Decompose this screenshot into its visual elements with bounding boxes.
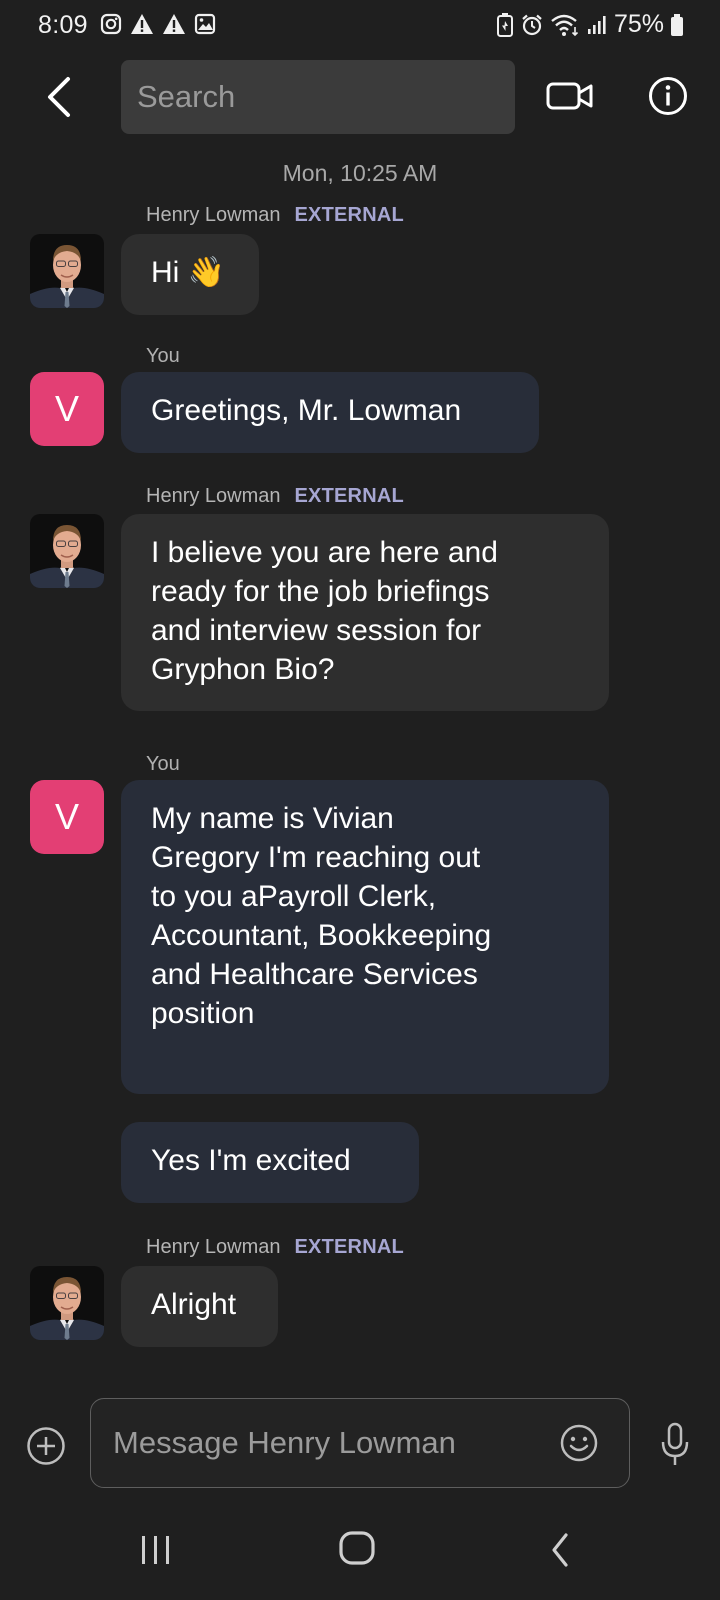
system-back-icon [552, 1533, 568, 1567]
add-icon [27, 1427, 65, 1465]
status-time: 8:09 [38, 11, 88, 39]
contact-photo [30, 1266, 104, 1340]
message-input[interactable] [113, 1425, 533, 1461]
warning-icon [131, 14, 153, 34]
contact-photo [30, 514, 104, 588]
battery-saver-icon [496, 12, 513, 37]
chat-screen: 8:09 75% Search Mon, 10:25 AM Henry Lowm… [0, 0, 720, 1600]
system-navigation-bar [0, 1520, 720, 1600]
home-button[interactable] [337, 1528, 377, 1568]
message-text: Alright [151, 1288, 237, 1321]
video-call-button[interactable] [544, 76, 596, 116]
signal-icon [587, 15, 606, 34]
back-button[interactable] [34, 72, 84, 122]
microphone-icon [661, 1422, 689, 1465]
search-input[interactable] [137, 79, 515, 115]
user-avatar[interactable]: V [30, 780, 104, 854]
add-attachment-button[interactable] [26, 1426, 66, 1466]
recent-apps-button[interactable] [136, 1530, 176, 1570]
message-bubble-incoming[interactable]: Alright [121, 1266, 278, 1347]
warning-icon [163, 14, 185, 34]
message-text: Yes I'm excited [151, 1144, 351, 1177]
recent-apps-icon [142, 1536, 169, 1564]
sender-name: Henry Lowman [146, 204, 281, 226]
message-text: My name is Vivian Gregory I'm reaching o… [151, 802, 492, 1030]
message-bubble-incoming[interactable]: I believe you are here and ready for the… [121, 514, 609, 711]
conversation-header [0, 58, 720, 136]
contact-avatar[interactable] [30, 1266, 104, 1340]
message-text: Greetings, Mr. Lowman [151, 394, 462, 427]
external-badge: EXTERNAL [294, 485, 404, 507]
emoji-button[interactable] [559, 1423, 599, 1463]
sender-name: Henry Lowman [146, 485, 281, 507]
contact-avatar[interactable] [30, 234, 104, 308]
image-icon [194, 13, 216, 35]
message-bubble-outgoing[interactable]: My name is Vivian Gregory I'm reaching o… [121, 780, 609, 1094]
instagram-icon [100, 13, 122, 35]
sender-header: Henry Lowman EXTERNAL [146, 204, 404, 227]
message-bubble-incoming[interactable]: Hi 👋 [121, 234, 259, 315]
sender-header: Henry Lowman EXTERNAL [146, 1236, 404, 1259]
battery-percent: 75% [613, 10, 664, 38]
video-call-icon [546, 82, 593, 110]
alarm-icon [522, 14, 542, 35]
battery-icon [671, 13, 683, 36]
message-bubble-outgoing[interactable]: Yes I'm excited [121, 1122, 419, 1203]
message-text: Hi 👋 [151, 256, 226, 289]
message-timestamp: Mon, 10:25 AM [282, 160, 438, 186]
status-bar: 8:09 75% [0, 0, 720, 52]
back-arrow-icon [48, 77, 70, 117]
search-box[interactable] [121, 60, 515, 134]
message-bubble-outgoing[interactable]: Greetings, Mr. Lowman [121, 372, 539, 453]
sender-header: Henry Lowman EXTERNAL [146, 485, 404, 508]
message-text: I believe you are here and ready for the… [151, 536, 498, 686]
emoji-icon [560, 1424, 598, 1462]
home-icon [339, 1531, 375, 1565]
sender-name: Henry Lowman [146, 1236, 281, 1258]
info-button[interactable] [644, 72, 692, 120]
system-status-icons: 75% [496, 10, 684, 39]
voice-message-button[interactable] [660, 1422, 690, 1468]
notification-icons [100, 13, 216, 35]
external-badge: EXTERNAL [294, 1236, 404, 1258]
contact-photo [30, 234, 104, 308]
sender-you-label: You [146, 753, 180, 775]
user-avatar[interactable]: V [30, 372, 104, 446]
sender-you-label: You [146, 345, 180, 367]
contact-avatar[interactable] [30, 514, 104, 588]
external-badge: EXTERNAL [294, 204, 404, 226]
system-back-button[interactable] [546, 1530, 576, 1570]
wifi-icon [551, 14, 579, 36]
message-composer[interactable] [90, 1398, 630, 1488]
info-icon [649, 77, 687, 115]
